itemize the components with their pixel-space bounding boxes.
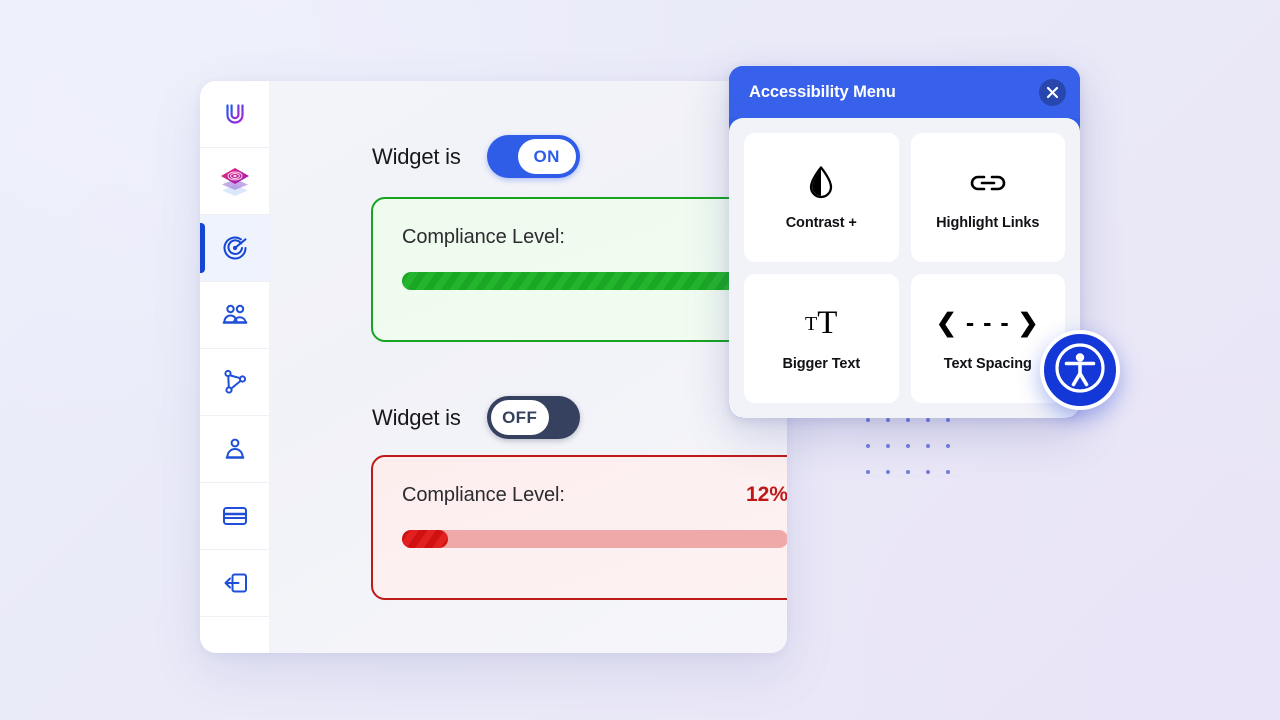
compliance-percent: 12%: [745, 483, 787, 506]
compliance-panel-low: Compliance Level: 12%: [371, 455, 787, 600]
widget-on-label: Widget is: [372, 143, 461, 169]
dot: [906, 444, 910, 448]
toggle-on-knob: ON: [517, 139, 576, 174]
dot: [886, 418, 890, 422]
a11y-option-bigger-text[interactable]: TT Bigger Text: [744, 274, 899, 403]
compliance-title: Compliance Level:: [402, 484, 565, 506]
dot: [886, 470, 890, 474]
close-icon[interactable]: [1039, 78, 1066, 106]
sidebar-item-compliance[interactable]: [200, 215, 269, 282]
accessibility-menu-body: Contrast + Highlight Links TT Bigger Tex…: [729, 118, 1080, 418]
sidebar: [200, 81, 269, 653]
compliance-panel-low-head: Compliance Level: 12%: [402, 483, 787, 507]
compliance-progress-fill: [402, 530, 449, 548]
contrast-droplet-icon: [808, 165, 834, 201]
bigger-text-large-glyph: T: [817, 305, 838, 341]
sidebar-item-integrations[interactable]: [200, 349, 269, 416]
compliance-progress-track: [402, 530, 787, 548]
accessibility-menu-title: Accessibility Menu: [749, 82, 896, 101]
accessibility-person-icon: [1052, 340, 1108, 401]
toggle-off-knob: OFF: [490, 400, 549, 435]
logout-icon: [221, 570, 249, 596]
sidebar-item-billing[interactable]: [200, 483, 269, 550]
compliance-target-icon: [221, 234, 249, 262]
accessibility-menu-header: Accessibility Menu: [729, 66, 1080, 118]
compliance-panel-high: Compliance Level: 91%: [371, 197, 787, 342]
accessibility-menu: Accessibility Menu Contrast + Highlight …: [729, 66, 1080, 418]
dot: [946, 470, 950, 474]
sidebar-item-layers[interactable]: [200, 148, 269, 215]
u-logo-icon: [220, 99, 250, 129]
dot: [946, 418, 950, 422]
dot: [926, 444, 930, 448]
app-window: Widget is ON Compliance Level: 91% Widge…: [200, 81, 787, 653]
dot: [906, 418, 910, 422]
widget-off-row: Widget is OFF: [372, 396, 580, 439]
a11y-option-label: Bigger Text: [782, 355, 861, 372]
link-chain-icon: [968, 165, 1008, 201]
main-content: Widget is ON Compliance Level: 91% Widge…: [269, 81, 787, 653]
a11y-option-label: Contrast +: [785, 214, 857, 231]
a11y-option-highlight-links[interactable]: Highlight Links: [910, 133, 1065, 262]
share-network-icon: [222, 369, 248, 395]
compliance-title: Compliance Level:: [402, 226, 565, 248]
widget-on-row: Widget is ON: [372, 135, 580, 178]
a11y-option-label: Text Spacing: [943, 355, 1032, 372]
user-icon: [222, 436, 248, 462]
compliance-progress-fill: [402, 272, 765, 290]
dot: [866, 418, 870, 422]
users-group-icon: [221, 302, 249, 328]
widget-off-toggle[interactable]: OFF: [486, 396, 580, 439]
dot: [926, 470, 930, 474]
sidebar-item-team[interactable]: [200, 282, 269, 349]
text-spacing-icon: ❮ - - - ❯: [935, 309, 1040, 337]
bigger-text-icon: TT: [805, 306, 837, 342]
accessibility-fab-button[interactable]: [1040, 330, 1120, 410]
widget-on-toggle[interactable]: ON: [486, 135, 580, 178]
dot: [886, 444, 890, 448]
a11y-option-contrast[interactable]: Contrast +: [744, 133, 899, 262]
dot: [866, 470, 870, 474]
dot: [926, 418, 930, 422]
layers-stack-icon: [218, 165, 252, 197]
dot: [946, 444, 950, 448]
sidebar-item-logout[interactable]: [200, 550, 269, 617]
bigger-text-small-glyph: T: [805, 312, 818, 335]
credit-card-icon: [221, 504, 249, 528]
sidebar-item-account[interactable]: [200, 416, 269, 483]
a11y-option-label: Highlight Links: [936, 214, 1040, 231]
sidebar-item-brand-logo[interactable]: [200, 81, 269, 148]
dot: [866, 444, 870, 448]
dot: [906, 470, 910, 474]
widget-off-label: Widget is: [372, 404, 461, 430]
